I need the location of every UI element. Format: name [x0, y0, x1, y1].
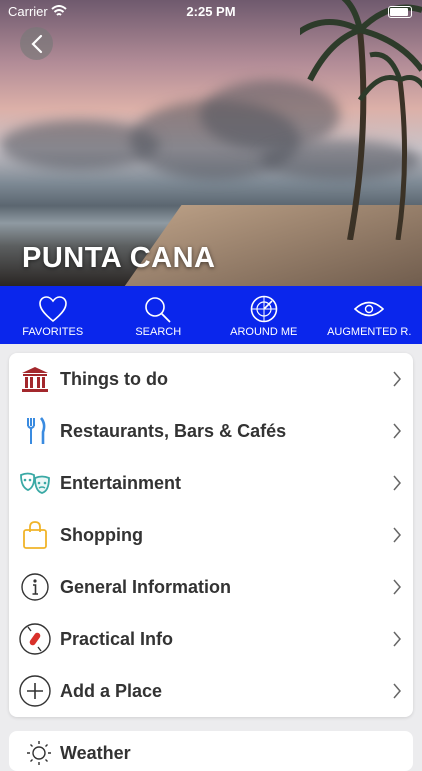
nav-augmented-reality[interactable]: AUGMENTED R. [317, 286, 422, 344]
nav-augmented-reality-label: AUGMENTED R. [327, 326, 411, 338]
nav-favorites-label: FAVORITES [22, 326, 83, 338]
menu-item-practical-info[interactable]: Practical Info [9, 613, 413, 665]
nav-around-me-label: AROUND ME [230, 326, 297, 338]
plus-circle-icon [18, 674, 52, 708]
shopping-bag-icon [18, 518, 52, 552]
menu-item-add-place[interactable]: Add a Place [9, 665, 413, 717]
status-bar: Carrier 2:25 PM [0, 0, 422, 22]
nav-search[interactable]: SEARCH [106, 286, 212, 344]
menu-item-label: Add a Place [60, 681, 162, 702]
chevron-right-icon [392, 422, 402, 440]
category-menu: Things to do Restaurants, Bars & Cafés E… [9, 353, 413, 717]
palm-trees [300, 0, 422, 240]
quick-nav-bar: FAVORITES SEARCH AROUND ME AUGMENTED R. [0, 286, 422, 344]
chevron-left-icon [30, 34, 44, 54]
theater-masks-icon [18, 466, 52, 500]
city-title: PUNTA CANA [22, 242, 216, 275]
eye-icon [354, 295, 384, 323]
menu-item-entertainment[interactable]: Entertainment [9, 457, 413, 509]
menu-item-label: Weather [60, 743, 131, 764]
menu-item-label: General Information [60, 577, 231, 598]
chevron-right-icon [392, 578, 402, 596]
hero-image: Carrier 2:25 PM PUNTA CANA [0, 0, 422, 286]
menu-item-weather[interactable]: Weather [9, 731, 413, 771]
museum-icon [18, 362, 52, 396]
menu-item-label: Shopping [60, 525, 143, 546]
menu-item-restaurants[interactable]: Restaurants, Bars & Cafés [9, 405, 413, 457]
nav-search-label: SEARCH [135, 326, 181, 338]
heart-icon [38, 295, 68, 323]
battery-icon [388, 6, 412, 18]
menu-item-general-information[interactable]: General Information [9, 561, 413, 613]
search-icon [143, 295, 173, 323]
back-button[interactable] [20, 27, 53, 60]
menu-item-label: Practical Info [60, 629, 173, 650]
chevron-right-icon [392, 630, 402, 648]
swiss-knife-icon [18, 622, 52, 656]
info-icon [18, 570, 52, 604]
menu-item-label: Restaurants, Bars & Cafés [60, 421, 286, 442]
nav-favorites[interactable]: FAVORITES [0, 286, 106, 344]
clock: 2:25 PM [0, 4, 422, 19]
chevron-right-icon [392, 474, 402, 492]
cloud [0, 120, 160, 170]
chevron-right-icon [392, 682, 402, 700]
weather-icon [25, 739, 53, 767]
menu-item-label: Things to do [60, 369, 168, 390]
chevron-right-icon [392, 370, 402, 388]
menu-item-label: Entertainment [60, 473, 181, 494]
chevron-right-icon [392, 526, 402, 544]
radar-icon [249, 295, 279, 323]
fork-knife-icon [18, 414, 52, 448]
menu-item-things-to-do[interactable]: Things to do [9, 353, 413, 405]
menu-item-shopping[interactable]: Shopping [9, 509, 413, 561]
nav-around-me[interactable]: AROUND ME [211, 286, 317, 344]
